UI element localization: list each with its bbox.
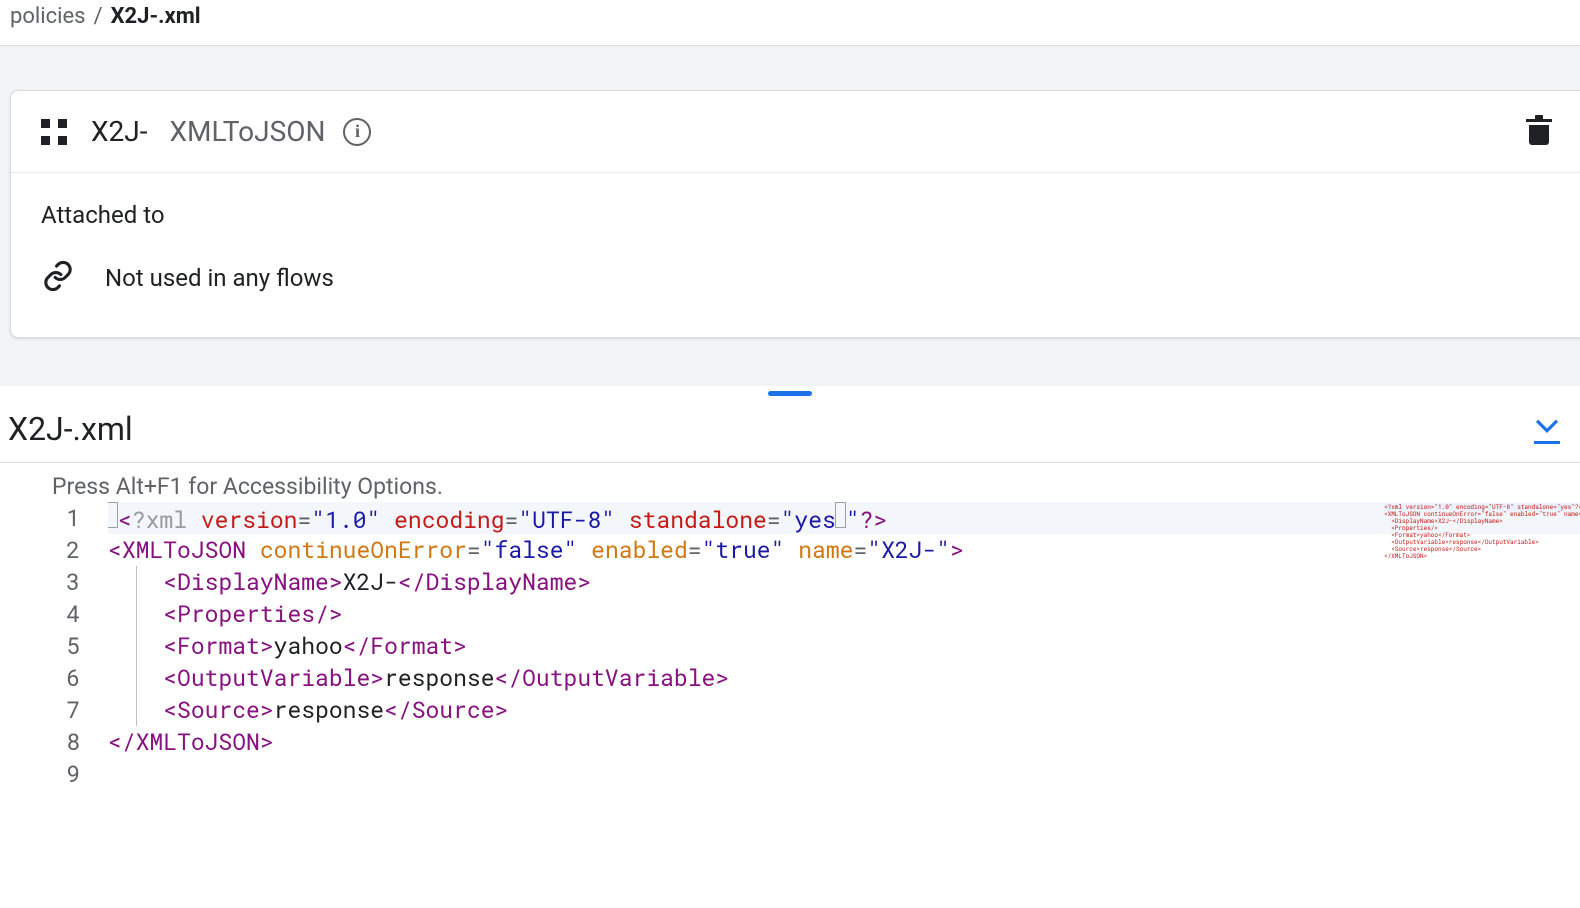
policy-type: XMLToJSON: [169, 115, 325, 148]
info-icon[interactable]: i: [343, 118, 371, 146]
editor-minimap[interactable]: <?xml version="1.0" encoding="UTF-8" sta…: [1380, 502, 1580, 562]
code-editor[interactable]: 123456789 <?xml version="1.0" encoding="…: [0, 502, 1580, 790]
editor-source[interactable]: <?xml version="1.0" encoding="UTF-8" sta…: [108, 502, 1580, 790]
trash-icon[interactable]: [1528, 119, 1550, 145]
collapse-icon[interactable]: [1532, 414, 1572, 444]
attached-to-label: Attached to: [41, 201, 1550, 229]
drag-handle-icon[interactable]: [41, 119, 67, 145]
attached-to-text: Not used in any flows: [105, 264, 334, 292]
breadcrumb-current: X2J-.xml: [111, 4, 201, 29]
accessibility-hint: Press Alt+F1 for Accessibility Options.: [0, 463, 1580, 502]
editor-gutter: 123456789: [0, 502, 108, 790]
policy-name: X2J-: [91, 115, 147, 148]
link-icon: [41, 259, 75, 297]
breadcrumb-sep: /: [94, 4, 103, 29]
policy-card: X2J- XMLToJSON i Attached to Not used in…: [10, 90, 1580, 338]
breadcrumb: policies / X2J-.xml: [0, 0, 1580, 46]
breadcrumb-parent[interactable]: policies: [10, 4, 86, 29]
pane-resize-handle[interactable]: [0, 386, 1580, 396]
editor-title: X2J-.xml: [8, 410, 133, 448]
